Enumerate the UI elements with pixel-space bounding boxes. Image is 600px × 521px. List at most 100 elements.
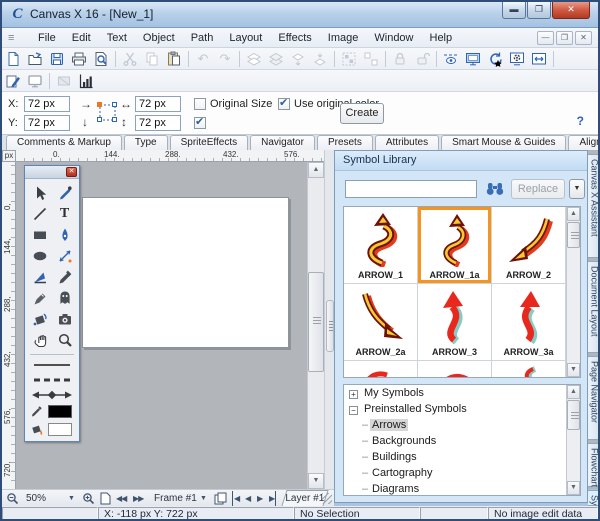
resize-grip[interactable] xyxy=(322,493,332,504)
canvas-page[interactable] xyxy=(82,197,289,348)
symbol-cell-selected[interactable]: ARROW_1a xyxy=(418,207,492,284)
dimension-tool-icon[interactable] xyxy=(52,245,77,266)
symbol-cell[interactable]: ARROW_3 xyxy=(418,284,492,361)
tab-canvas-x-assistant[interactable]: Canvas X Assistant xyxy=(588,154,598,258)
symbol-search-input[interactable] xyxy=(345,180,477,198)
tab-navigator[interactable]: Navigator xyxy=(250,135,315,150)
toolbox-title-bar[interactable]: ✕ xyxy=(25,166,79,179)
stroke-style-solid[interactable] xyxy=(25,357,79,372)
stroke-style-dashed[interactable] xyxy=(25,372,79,387)
camera-tool-icon[interactable] xyxy=(52,308,77,329)
ellipse-tool-icon[interactable] xyxy=(27,245,52,266)
menu-object[interactable]: Object xyxy=(135,30,183,46)
save-icon[interactable] xyxy=(46,49,68,69)
find-binoculars-icon[interactable] xyxy=(485,181,505,197)
tree-item-cartography[interactable]: – Cartography xyxy=(344,465,580,481)
zoom-out-icon[interactable] xyxy=(6,491,19,506)
tree-item-my-symbols[interactable]: + My Symbols xyxy=(344,385,580,401)
tree-item-backgrounds[interactable]: – Backgrounds xyxy=(344,433,580,449)
line-tool-icon[interactable] xyxy=(27,203,52,224)
preserve-proportions-checkbox[interactable]: ✔ xyxy=(194,116,206,129)
proof-monitor-icon[interactable] xyxy=(24,71,46,91)
tab-smart-mouse-guides[interactable]: Smart Mouse & Guides xyxy=(441,135,567,150)
paint-bucket-tool-icon[interactable] xyxy=(27,308,52,329)
zoom-dropdown-icon[interactable]: ▼ xyxy=(68,491,75,506)
eyedropper-tool-icon[interactable] xyxy=(52,266,77,287)
symbol-cell[interactable]: ARROW_2 xyxy=(492,207,566,284)
scroll-up-icon[interactable]: ▲ xyxy=(308,162,324,178)
scroll-up-icon[interactable]: ▲ xyxy=(567,385,580,399)
scroll-down-icon[interactable]: ▼ xyxy=(567,481,580,495)
panel-menu-dropdown[interactable]: ▼ xyxy=(569,179,585,199)
symbol-cell[interactable]: ARROW_1 xyxy=(344,207,418,284)
next-frame-icon[interactable]: ▶▶ xyxy=(133,491,144,506)
pen-tool-icon[interactable] xyxy=(52,224,77,245)
toolbox-close-icon[interactable]: ✕ xyxy=(66,167,77,177)
menu-help[interactable]: Help xyxy=(422,30,461,46)
tab-type[interactable]: Type xyxy=(123,135,168,150)
scrollbar-thumb[interactable] xyxy=(567,222,580,248)
document-restore-button[interactable]: ❐ xyxy=(556,30,573,45)
presentation-icon[interactable] xyxy=(462,49,484,69)
fit-width-icon[interactable] xyxy=(528,49,550,69)
symbol-cell[interactable] xyxy=(344,361,418,377)
menu-text[interactable]: Text xyxy=(99,30,135,46)
menu-image[interactable]: Image xyxy=(320,30,367,46)
open-icon[interactable] xyxy=(24,49,46,69)
width-input[interactable] xyxy=(135,96,181,112)
canvas-vertical-scrollbar[interactable]: ▲ ▼ xyxy=(307,162,324,489)
new-document-icon[interactable] xyxy=(2,49,24,69)
tab-spriteeffects[interactable]: SpriteEffects xyxy=(169,135,249,150)
tree-item-buildings[interactable]: – Buildings xyxy=(344,449,580,465)
anchor-proxy-icon[interactable] xyxy=(96,101,120,125)
rectangle-tool-icon[interactable] xyxy=(27,224,52,245)
show-guides-icon[interactable] xyxy=(440,49,462,69)
edit-annotation-icon[interactable] xyxy=(2,71,24,91)
ruler-unit-box[interactable]: px xyxy=(2,150,16,162)
collapse-icon[interactable]: − xyxy=(349,406,358,415)
symbol-cell[interactable]: ARROW_2a xyxy=(344,284,418,361)
print-icon[interactable] xyxy=(68,49,90,69)
menu-window[interactable]: Window xyxy=(366,30,421,46)
direct-edit-tool-icon[interactable] xyxy=(52,182,77,203)
symbol-cell[interactable]: ARROW_3a xyxy=(492,284,566,361)
last-layer-icon[interactable]: ▶ xyxy=(269,491,277,506)
menu-path[interactable]: Path xyxy=(183,30,222,46)
panel-splitter[interactable] xyxy=(324,150,334,489)
zoom-tool-icon[interactable] xyxy=(52,329,77,350)
scrollbar-thumb[interactable] xyxy=(567,400,580,430)
panel-title[interactable]: Symbol Library xyxy=(335,151,587,171)
tab-page-navigator[interactable]: Page Navigator xyxy=(588,356,598,440)
frame-label[interactable]: Frame #1 xyxy=(154,491,197,506)
menu-effects[interactable]: Effects xyxy=(270,30,319,46)
scrollbar-thumb[interactable] xyxy=(308,272,324,372)
original-size-checkbox[interactable] xyxy=(194,98,206,110)
tree-scrollbar[interactable]: ▲ ▼ xyxy=(566,385,580,495)
title-bar[interactable]: C Canvas X 16 - [New_1] ▬ ❐ ✕ xyxy=(2,2,598,28)
scroll-up-icon[interactable]: ▲ xyxy=(567,207,580,221)
minimize-button[interactable]: ▬ xyxy=(502,2,526,19)
scroll-down-icon[interactable]: ▼ xyxy=(308,473,324,489)
document-system-menu-icon[interactable]: ≡ xyxy=(8,29,26,47)
maximize-button[interactable]: ❐ xyxy=(527,2,551,19)
text-tool-icon[interactable]: T xyxy=(52,203,77,224)
use-original-color-checkbox[interactable]: ✔ xyxy=(278,97,290,110)
document-close-button[interactable]: ✕ xyxy=(575,30,592,45)
tree-item-diagrams[interactable]: – Diagrams xyxy=(344,481,580,495)
x-input[interactable] xyxy=(24,96,70,112)
sprite-ghost-tool-icon[interactable] xyxy=(52,287,77,308)
replace-button[interactable]: Replace xyxy=(511,179,565,199)
display-options-icon[interactable] xyxy=(506,49,528,69)
tab-presets[interactable]: Presets xyxy=(316,135,373,150)
menu-layout[interactable]: Layout xyxy=(221,30,270,46)
menu-file[interactable]: File xyxy=(30,30,64,46)
scroll-down-icon[interactable]: ▼ xyxy=(567,363,580,377)
marker-tool-icon[interactable] xyxy=(27,287,52,308)
create-button[interactable]: Create xyxy=(340,103,384,124)
tab-document-layout[interactable]: Document Layout xyxy=(588,261,598,353)
tab-flowchart[interactable]: Flowchart xyxy=(588,443,598,487)
hand-tool-icon[interactable] xyxy=(27,329,52,350)
tab-comments-markup[interactable]: Comments & Markup xyxy=(6,135,122,150)
symbol-grid-scrollbar[interactable]: ▲ ▼ xyxy=(566,207,580,377)
paste-icon[interactable] xyxy=(163,49,185,69)
